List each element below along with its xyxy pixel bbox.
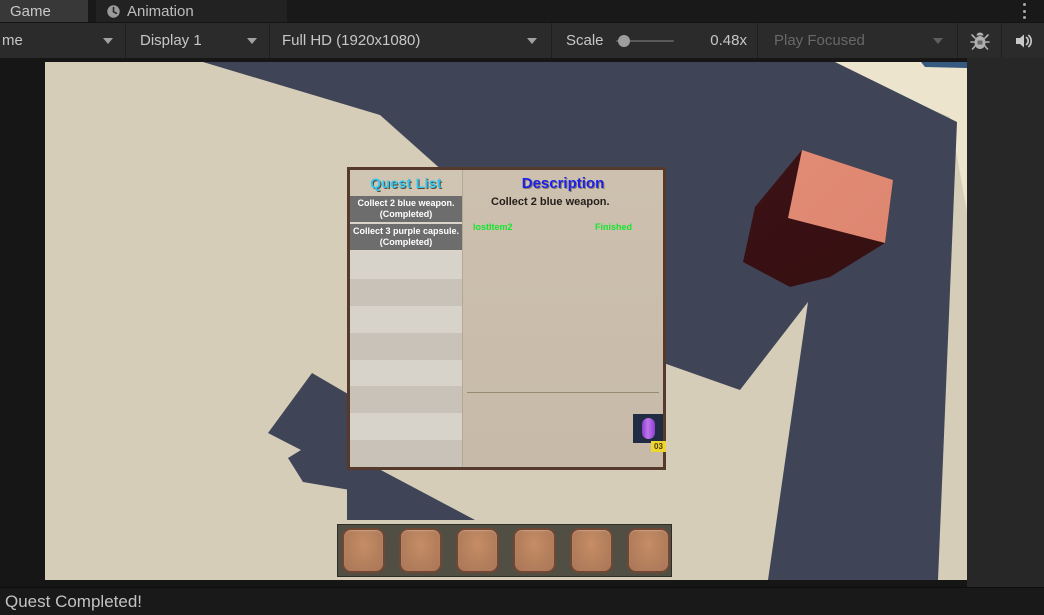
quest-panel: Quest List Collect 2 blue weapon. (Comple… — [347, 167, 666, 470]
hotbar-slot-1[interactable] — [342, 528, 385, 573]
play-focused-dropdown[interactable]: Play Focused — [758, 23, 958, 58]
quest-empty-row — [350, 413, 462, 441]
game-view-toolbar: me Display 1 Full HD (1920x1080) Scale 0… — [0, 22, 1044, 58]
quest-empty-row — [350, 252, 462, 279]
scale-slider[interactable] — [615, 34, 674, 47]
tab-animation-label: Animation — [127, 2, 194, 20]
unity-game-window: Game Animation me Display 1 Full HD (192… — [0, 0, 1044, 615]
resolution-dropdown-label: Full HD (1920x1080) — [282, 32, 421, 49]
audio-icon — [1012, 30, 1034, 52]
tab-game-label: Game — [10, 2, 51, 20]
goal-status-label: Finished — [595, 222, 633, 232]
hotbar-slot-2[interactable] — [399, 528, 442, 573]
item-count-badge: 03 — [651, 441, 666, 452]
purple-capsule-icon — [641, 418, 655, 439]
chevron-down-icon — [933, 37, 943, 44]
hotbar-slot-4[interactable] — [513, 528, 556, 573]
chevron-down-icon — [103, 37, 113, 44]
debug-bug-button[interactable] — [958, 23, 1002, 58]
mute-audio-button[interactable] — [1002, 23, 1044, 58]
tab-bar: Game Animation — [0, 0, 1044, 22]
quest-description-column: Description Collect 2 blue weapon. lostI… — [463, 170, 666, 467]
chevron-down-icon — [527, 37, 537, 44]
kebab-menu-icon[interactable] — [1018, 3, 1030, 19]
letterbox — [967, 58, 1044, 587]
quest-button-2[interactable]: Collect 3 purple capsule. (Completed) — [350, 224, 462, 252]
description-text: Collect 2 blue weapon. — [491, 196, 610, 208]
description-header: Description — [463, 170, 663, 196]
scale-slider-knob[interactable] — [618, 34, 631, 47]
scale-label: Scale — [566, 32, 604, 49]
quest-empty-row — [350, 359, 462, 387]
display-dropdown-label: Display 1 — [140, 32, 202, 49]
quest-empty-rows — [350, 252, 462, 467]
tab-animation[interactable]: Animation — [96, 0, 287, 22]
quest-empty-row — [350, 278, 462, 306]
clock-icon — [106, 4, 121, 19]
divider — [467, 392, 659, 393]
hotbar-slot-6[interactable] — [627, 528, 670, 573]
target-dropdown[interactable]: me — [0, 23, 126, 58]
game-viewport[interactable]: Quest List Collect 2 blue weapon. (Comple… — [45, 62, 967, 580]
reward-item-slot[interactable] — [633, 414, 663, 443]
status-bar[interactable]: Quest Completed! — [0, 587, 1044, 615]
quest-empty-row — [350, 386, 462, 414]
quest-empty-row — [350, 440, 462, 467]
play-focused-label: Play Focused — [774, 32, 865, 49]
target-dropdown-label: me — [2, 32, 23, 49]
tab-game[interactable]: Game — [0, 0, 88, 22]
chevron-down-icon — [247, 37, 257, 44]
quest-empty-row — [350, 332, 462, 360]
quest-empty-row — [350, 305, 462, 333]
hotbar-slot-3[interactable] — [456, 528, 499, 573]
status-message: Quest Completed! — [5, 591, 143, 611]
goal-item-label: lostItem2 — [473, 222, 513, 232]
quest-list-column: Quest List Collect 2 blue weapon. (Comple… — [350, 170, 463, 467]
quest-button-1[interactable]: Collect 2 blue weapon. (Completed) — [350, 196, 462, 224]
hotbar-slot-5[interactable] — [570, 528, 613, 573]
quest-list-header: Quest List — [350, 170, 462, 196]
description-title: Description — [521, 174, 605, 192]
scale-control: Scale 0.48x — [552, 23, 758, 58]
inventory-hotbar — [337, 524, 672, 577]
scale-value: 0.48x — [710, 32, 747, 49]
quest-list-title: Quest List — [370, 175, 442, 191]
bug-icon — [968, 29, 992, 53]
resolution-dropdown[interactable]: Full HD (1920x1080) — [270, 23, 552, 58]
goal-row: lostItem2 Finished — [463, 222, 663, 234]
display-dropdown[interactable]: Display 1 — [126, 23, 270, 58]
quest-button-list: Collect 2 blue weapon. (Completed) Collect… — [350, 196, 462, 252]
game-render-area: Quest List Collect 2 blue weapon. (Comple… — [0, 58, 1044, 587]
